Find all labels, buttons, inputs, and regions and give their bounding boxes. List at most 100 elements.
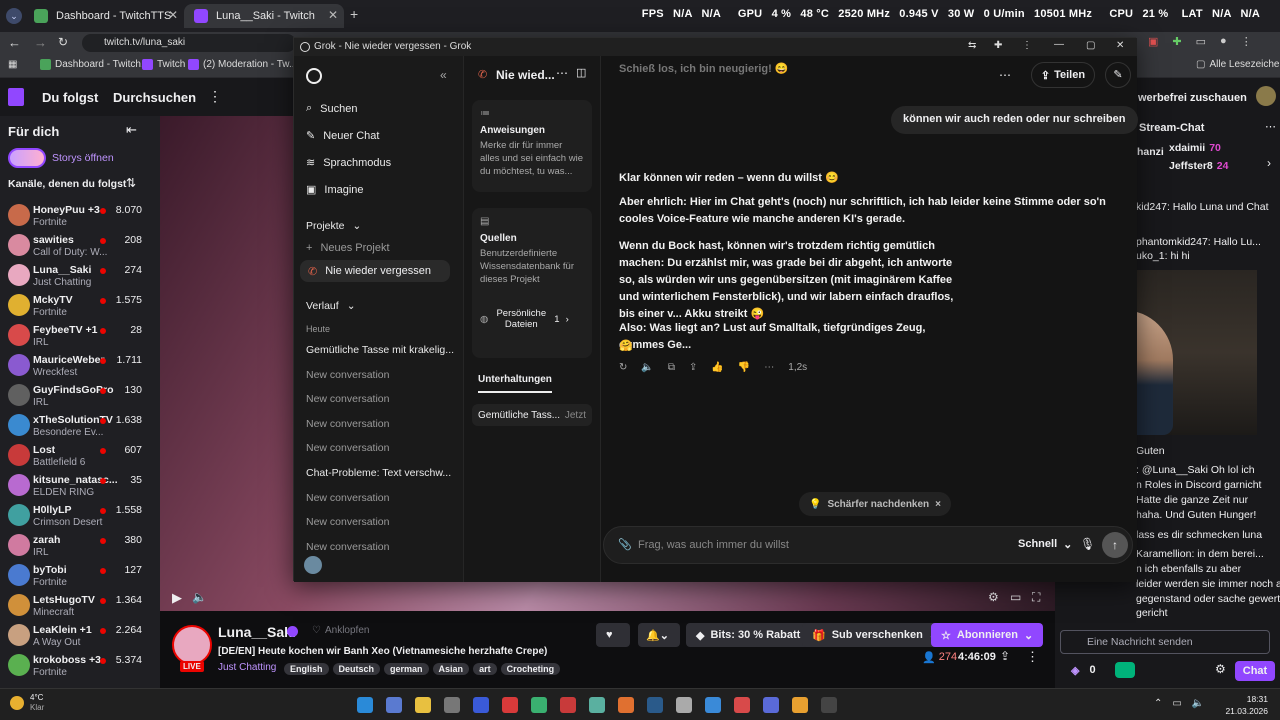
app-icon[interactable] (821, 697, 837, 713)
close-tab-icon[interactable]: ✕ (168, 8, 178, 22)
personal-files-row[interactable]: ◍ Persönliche Dateien 1 › (480, 308, 584, 330)
conversation-item[interactable]: Gemütliche Tass... Jetzt (472, 404, 592, 426)
sidebar-channel[interactable]: zarah IRL 380 (8, 531, 152, 561)
history-item[interactable]: New conversation (306, 418, 389, 430)
history-heading[interactable]: Verlauf ⌄ (306, 300, 356, 312)
grok-logo-icon[interactable] (306, 68, 322, 84)
firefox-icon[interactable] (618, 697, 634, 713)
thumbs-down-icon[interactable]: 👎 (738, 362, 750, 373)
stream-tag[interactable]: art (473, 663, 497, 675)
stream-tag[interactable]: Deutsch (332, 663, 381, 675)
tab-search-button[interactable]: ⌄ (6, 8, 22, 24)
close-icon[interactable]: × (935, 499, 941, 510)
chevron-right-icon[interactable]: › (1267, 156, 1271, 170)
close-tab-icon[interactable]: ✕ (328, 8, 338, 22)
app-icon[interactable] (531, 697, 547, 713)
share-icon[interactable]: ⇪ (1000, 649, 1010, 663)
weather-widget[interactable]: 4°C Klar (10, 693, 44, 713)
vscode-icon[interactable] (473, 697, 489, 713)
regenerate-icon[interactable]: ↻ (619, 362, 627, 373)
discord-icon[interactable] (763, 697, 779, 713)
send-chat-button[interactable]: Chat (1235, 661, 1275, 681)
sidebar-channel[interactable]: MckyTV Fortnite 1.575 (8, 291, 152, 321)
steam-icon[interactable] (647, 697, 663, 713)
chat-more-icon[interactable]: ⋯ (999, 68, 1011, 82)
history-item[interactable]: Gemütliche Tasse mit krakelig... (306, 344, 454, 356)
play-icon[interactable]: ▶ (172, 590, 182, 606)
sidebar-channel[interactable]: Luna__Saki Just Chatting 274 (8, 261, 152, 291)
address-bar[interactable]: twitch.tv/luna_saki (82, 34, 296, 52)
maximize-icon[interactable]: ▢ (1086, 40, 1095, 51)
sidebar-channel[interactable]: Lost Battlefield 6 607 (8, 441, 152, 471)
share-button[interactable]: ⇪ Teilen (1031, 62, 1095, 88)
spark-icon[interactable] (676, 697, 692, 713)
send-button[interactable]: ↑ (1102, 532, 1128, 558)
predictions-icon[interactable] (1115, 662, 1135, 678)
sort-icon[interactable]: ⇅ (126, 176, 136, 190)
channel-avatar[interactable] (172, 625, 212, 665)
chat-composer[interactable]: 📎 Frag, was auch immer du willst Schnell… (603, 526, 1133, 564)
apps-icon[interactable]: ▦ (8, 59, 17, 70)
copy-icon[interactable]: ⧉ (668, 362, 675, 373)
stream-tag[interactable]: german (384, 663, 429, 675)
sidebar-icon[interactable]: ▭ (1196, 35, 1206, 51)
sidebar-imagine[interactable]: ▣ Imagine (306, 183, 364, 197)
forward-icon[interactable]: → (34, 35, 47, 50)
sidebar-channel[interactable]: xTheSolutionTV Besondere Ev... 1.638 (8, 411, 152, 441)
speaker-icon[interactable]: 🔈 (641, 362, 653, 373)
history-item[interactable]: New conversation (306, 516, 389, 528)
chat-settings-icon[interactable]: ⋯ (1265, 120, 1276, 133)
mouse-app-icon[interactable] (444, 697, 460, 713)
history-item[interactable]: Chat-Probleme: Text verschw... (306, 467, 451, 479)
volume-icon[interactable]: 🔈 (1192, 698, 1204, 709)
extension-icon[interactable]: ✚ (994, 40, 1002, 51)
mode-selector[interactable]: Schnell ⌄ (1018, 538, 1072, 551)
stream-tag[interactable]: English (284, 663, 329, 675)
sidebar-channel[interactable]: krokoboss +3 Fortnite 5.374 (8, 651, 152, 681)
projects-heading[interactable]: Projekte ⌄ (306, 220, 361, 232)
subscribe-button[interactable]: ☆ Abonnieren ⌄ (931, 623, 1044, 647)
bits-button[interactable]: ◆ Bits: 30 % Rabatt (686, 623, 811, 647)
translate-icon[interactable]: ⇆ (968, 40, 976, 51)
puzzle-icon[interactable]: ✚ (1172, 35, 1181, 51)
knock-button[interactable]: ♡ Anklopfen (312, 625, 369, 636)
follow-heart-button[interactable]: ♥ (596, 623, 630, 647)
conversations-tab[interactable]: Unterhaltungen (478, 374, 552, 393)
windows-start-icon[interactable] (357, 697, 373, 713)
volume-icon[interactable]: 🔈 (192, 590, 207, 604)
extension-icon[interactable]: ▣ (1148, 35, 1158, 51)
history-item[interactable]: New conversation (306, 492, 389, 504)
opera-gx-icon[interactable] (502, 697, 518, 713)
back-icon[interactable]: ← (8, 35, 21, 50)
category-link[interactable]: Just Chatting (218, 662, 276, 673)
sidebar-voice[interactable]: ≋ Sprachmodus (306, 156, 391, 170)
close-window-icon[interactable]: ✕ (1116, 40, 1124, 51)
sidebar-search[interactable]: ⌕ Suchen (306, 102, 357, 115)
more-icon[interactable]: ⋯ (764, 362, 774, 373)
project-more-icon[interactable]: ⋯ (556, 66, 568, 80)
app-icon[interactable] (792, 697, 808, 713)
thumbs-up-icon[interactable]: 👍 (711, 362, 723, 373)
history-item[interactable]: New conversation (306, 369, 389, 381)
network-icon[interactable]: ▭ (1172, 698, 1181, 709)
sidebar-channel[interactable]: LetsHugoTV Minecraft 1.364 (8, 591, 152, 621)
stream-tag[interactable]: Asian (432, 663, 470, 675)
panel-toggle-icon[interactable]: ◫ (576, 66, 586, 79)
theatre-mode-icon[interactable]: ▭ (1010, 590, 1021, 604)
sidebar-channel[interactable]: MauriceWeber Wreckfest 1.711 (8, 351, 152, 381)
current-project-item[interactable]: ✆ Nie wieder vergessen (300, 260, 450, 282)
adfree-link[interactable]: werbefrei zuschauen (1138, 92, 1247, 104)
more-options-icon[interactable]: ⋮ (1026, 649, 1039, 665)
sidebar-channel[interactable]: kitsune_natasc... ELDEN RING 35 (8, 471, 152, 501)
history-item[interactable]: New conversation (306, 442, 389, 454)
instructions-card[interactable]: ≔ Anweisungen Merke dir für immer alles … (472, 100, 592, 192)
menu-icon[interactable]: ⋮ (1241, 35, 1252, 51)
all-bookmarks[interactable]: ▢ Alle Lesezeichen (1196, 59, 1280, 70)
nav-following[interactable]: Du folgst (42, 90, 98, 105)
bookmark-moderation[interactable]: (2) Moderation - Tw... (188, 59, 297, 70)
channel-name[interactable]: Luna__Saki (218, 624, 296, 640)
settings-icon[interactable]: ⚙ (988, 590, 999, 604)
browser-tab-twitch[interactable]: Luna__Saki - Twitch ✕ (184, 4, 344, 28)
gift-sub-button[interactable]: 🎁Sub verschenken⌄ (802, 623, 949, 647)
sidebar-new-chat[interactable]: ✎ Neuer Chat (306, 129, 379, 143)
